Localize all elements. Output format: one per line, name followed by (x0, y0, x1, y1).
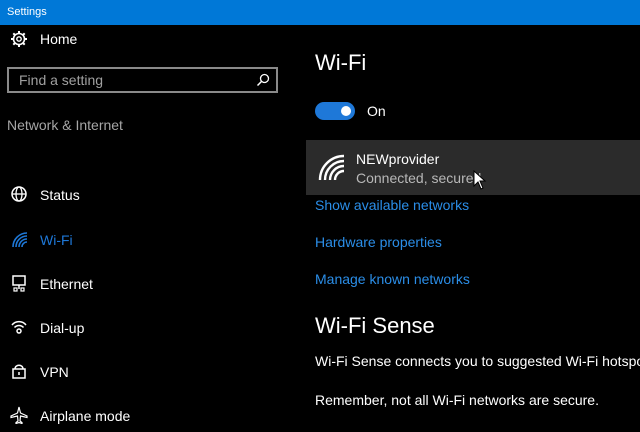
ethernet-icon (12, 275, 26, 292)
section-label: Network & Internet (7, 117, 123, 133)
search-input[interactable]: Find a setting (7, 67, 278, 93)
sidebar-item-status[interactable]: Status (0, 179, 290, 211)
sidebar-item-label: VPN (40, 364, 69, 380)
mouse-cursor-icon (473, 170, 487, 190)
gear-icon (11, 31, 27, 47)
manage-known-networks-link[interactable]: Manage known networks (315, 271, 470, 287)
network-status: Connected, secured (356, 170, 482, 186)
wifi-security-note: Remember, not all Wi-Fi networks are sec… (315, 392, 599, 408)
wifi-signal-icon (318, 154, 345, 181)
wifi-sense-heading: Wi-Fi Sense (315, 313, 435, 338)
globe-icon (11, 186, 27, 202)
wifi-sense-description: Wi-Fi Sense connects you to suggested Wi… (315, 353, 640, 369)
window-title: Settings (7, 6, 47, 18)
sidebar-item-label: Dial-up (40, 320, 85, 336)
search-placeholder: Find a setting (19, 72, 104, 88)
dialup-icon (11, 320, 27, 334)
sidebar-item-label: Wi-Fi (40, 232, 73, 248)
search-icon[interactable] (256, 73, 270, 87)
sidebar-item-dialup[interactable]: Dial-up (0, 312, 290, 344)
sidebar-item-label: Status (40, 187, 80, 203)
network-name: NEWprovider (356, 151, 440, 167)
wifi-toggle[interactable] (315, 102, 355, 120)
sidebar-item-label: Airplane mode (40, 408, 131, 424)
home-label: Home (40, 31, 78, 47)
sidebar-item-label: Ethernet (40, 276, 93, 292)
home-nav-item[interactable]: Home (0, 25, 290, 55)
sidebar-item-wifi[interactable]: Wi-Fi (0, 224, 290, 256)
title-bar: Settings (0, 0, 640, 25)
show-available-networks-link[interactable]: Show available networks (315, 197, 469, 213)
toggle-knob (341, 106, 351, 116)
page-title: Wi-Fi (315, 50, 367, 75)
sidebar-item-airplane[interactable]: Airplane mode (0, 400, 290, 432)
wifi-icon (12, 232, 28, 248)
hardware-properties-link[interactable]: Hardware properties (315, 234, 442, 250)
vpn-icon (12, 364, 26, 379)
airplane-icon (10, 406, 28, 424)
sidebar-item-ethernet[interactable]: Ethernet (0, 268, 290, 300)
sidebar-item-vpn[interactable]: VPN (0, 356, 290, 388)
toggle-label: On (367, 103, 386, 119)
